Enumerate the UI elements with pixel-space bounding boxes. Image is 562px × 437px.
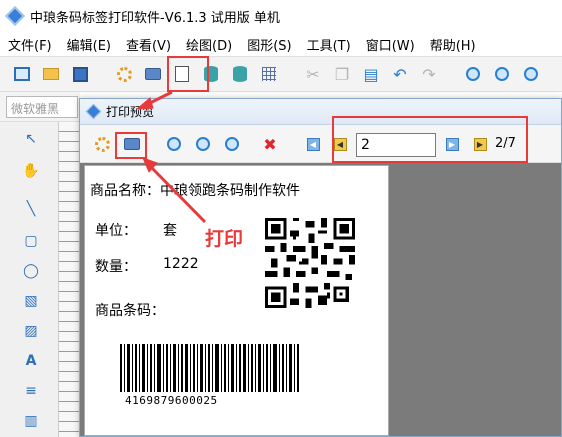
menu-bar: 文件(F) 编辑(E) 查看(V) 绘图(D) 图形(S) 工具(T) 窗口(W… [0, 32, 562, 56]
scissors-icon: ✂ [306, 64, 320, 84]
printer-icon [145, 68, 161, 80]
close-icon: ✖ [263, 134, 277, 154]
copy-icon: ❐ [334, 64, 350, 84]
toolbar-separator [97, 62, 107, 86]
product-name-text: 商品名称：中琅领跑条码制作软件 [90, 183, 300, 199]
zoom-fit-icon [225, 137, 239, 151]
zoom-fit-icon [524, 67, 538, 81]
zoom-in-icon [466, 67, 480, 81]
app-title: 中琅条码标签打印软件-V6.1.3 试用版 单机 [30, 10, 280, 26]
menu-help[interactable]: 帮助(H) [430, 35, 476, 54]
settings-button[interactable] [112, 62, 136, 86]
app-logo-icon [5, 6, 25, 26]
save-button[interactable] [68, 62, 92, 86]
pan-tool[interactable]: ✋ [22, 162, 40, 180]
toolbar-separator [446, 62, 456, 86]
page-navigation-highlight [332, 116, 528, 163]
gear-icon [116, 66, 132, 82]
preview-zoom-fit-button[interactable] [222, 134, 242, 154]
database-gear-icon [233, 66, 247, 82]
zoom-out-icon [167, 137, 181, 151]
hand-icon: ✋ [22, 163, 40, 179]
menu-file[interactable]: 文件(F) [8, 35, 52, 54]
preview-close-button[interactable]: ✖ [260, 134, 280, 154]
image-tool[interactable]: ▧ [22, 292, 40, 310]
menu-edit[interactable]: 编辑(E) [67, 35, 111, 54]
quantity-label: 数量： [95, 259, 137, 275]
line-icon: ╲ [26, 201, 36, 217]
unit-label: 单位： [95, 223, 137, 239]
label-page: 商品名称：中琅领跑条码制作软件 单位： 套 数量： 1222 商品条码： 416… [84, 165, 389, 436]
preview-zoom-out-button[interactable] [164, 134, 184, 154]
grid-button[interactable] [257, 62, 281, 86]
rectangle-tool[interactable]: ▢ [22, 232, 40, 250]
font-select[interactable]: 微软雅黑 [6, 96, 78, 118]
barcode-tool[interactable]: ▥ [22, 412, 40, 430]
open-file-button[interactable] [39, 62, 63, 86]
zoom-fit-button[interactable] [519, 62, 543, 86]
menu-tools[interactable]: 工具(T) [307, 35, 351, 54]
cut-button[interactable]: ✂ [301, 62, 325, 86]
new-window-icon [14, 67, 30, 81]
gear-icon [94, 136, 110, 152]
main-toolbar: ✂ ❐ ▤ ↶ ↷ [0, 56, 562, 92]
paste-button[interactable]: ▤ [359, 62, 383, 86]
zoom-in-icon [196, 137, 210, 151]
toolbar-separator [286, 62, 296, 86]
disk-icon [72, 66, 88, 82]
print-button[interactable] [141, 62, 165, 86]
database-settings-button[interactable] [228, 62, 252, 86]
first-page-button[interactable]: ◀ [303, 134, 323, 154]
text-tool[interactable]: A [22, 352, 40, 370]
menu-view[interactable]: 查看(V) [126, 35, 171, 54]
preview-print-highlight [115, 132, 147, 159]
menu-shape[interactable]: 图形(S) [247, 35, 291, 54]
picture-tool[interactable]: ▨ [22, 322, 40, 340]
ellipse-tool[interactable]: ◯ [22, 262, 40, 280]
zoom-out-button[interactable] [490, 62, 514, 86]
new-file-button[interactable] [10, 62, 34, 86]
menu-draw[interactable]: 绘图(D) [186, 35, 232, 54]
picture-icon: ▨ [24, 323, 38, 339]
grid-icon [262, 67, 276, 81]
preview-zoom-in-button[interactable] [193, 134, 213, 154]
format-bar: 微软雅黑 [0, 92, 80, 122]
rich-text-tool[interactable]: ≡ [22, 382, 40, 400]
preview-settings-button[interactable] [92, 134, 112, 154]
line-tool[interactable]: ╲ [22, 200, 40, 218]
app-title-bar: 中琅条码标签打印软件-V6.1.3 试用版 单机 [0, 0, 562, 32]
quantity-value: 1222 [163, 256, 199, 272]
barcode-number: 4169879600025 [125, 394, 218, 407]
zoom-in-button[interactable] [461, 62, 485, 86]
vertical-ruler [58, 122, 80, 437]
rectangle-icon: ▢ [24, 233, 38, 249]
preview-canvas: 商品名称：中琅领跑条码制作软件 单位： 套 数量： 1222 商品条码： 416… [80, 163, 561, 436]
redo-icon: ↷ [422, 64, 436, 84]
folder-icon [43, 68, 59, 80]
unit-value: 套 [163, 223, 177, 239]
undo-button[interactable]: ↶ [388, 62, 412, 86]
copy-button[interactable]: ❐ [330, 62, 354, 86]
print-preview-highlight [167, 56, 209, 92]
rich-text-icon: ≡ [25, 383, 37, 399]
redo-button[interactable]: ↷ [417, 62, 441, 86]
preview-logo-icon [85, 103, 102, 120]
qr-code-image [265, 218, 355, 308]
zoom-out-icon [495, 67, 509, 81]
print-annotation: 打印 [205, 228, 244, 250]
pointer-icon: ↖ [25, 131, 37, 147]
barcode-icon: ▥ [24, 413, 38, 429]
preview-title: 打印预览 [106, 105, 155, 119]
barcode-image [120, 344, 299, 392]
text-icon: A [25, 353, 37, 369]
select-tool[interactable]: ↖ [22, 130, 40, 148]
paste-icon: ▤ [363, 64, 379, 84]
ellipse-icon: ◯ [23, 263, 39, 279]
first-page-icon: ◀ [306, 137, 320, 151]
image-icon: ▧ [24, 293, 38, 309]
menu-window[interactable]: 窗口(W) [366, 35, 415, 54]
undo-icon: ↶ [393, 64, 407, 84]
barcode-label: 商品条码： [95, 303, 165, 319]
